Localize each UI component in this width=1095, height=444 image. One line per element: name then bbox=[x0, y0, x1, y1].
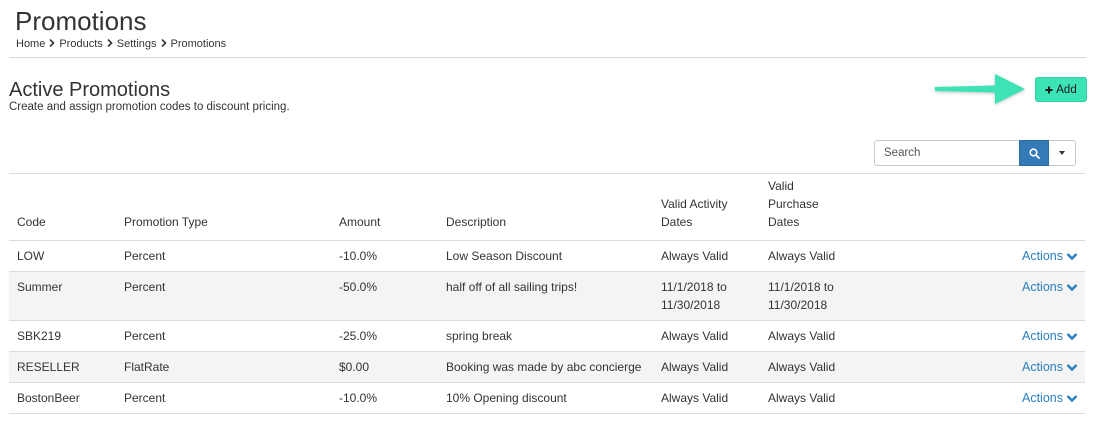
actions-label: Actions bbox=[1022, 280, 1063, 294]
breadcrumb-products[interactable]: Products bbox=[59, 38, 102, 50]
actions-dropdown[interactable]: Actions bbox=[1022, 358, 1078, 376]
cell-valid-purchase-dates: Always Valid bbox=[760, 351, 867, 383]
breadcrumb-home[interactable]: Home bbox=[16, 38, 45, 50]
actions-label: Actions bbox=[1022, 391, 1063, 405]
chevron-down-icon bbox=[1066, 394, 1078, 402]
cell-amount: $0.00 bbox=[331, 351, 438, 383]
cell-code: RESELLER bbox=[9, 351, 116, 383]
cell-valid-activity-dates: Always Valid bbox=[653, 320, 760, 352]
cell-valid-activity-dates-line: Always Valid bbox=[661, 391, 729, 405]
actions-label: Actions bbox=[1022, 249, 1063, 263]
table-row: RESELLER FlatRate $0.00 Booking was made by… bbox=[9, 351, 1085, 383]
caret-down-icon bbox=[1059, 151, 1065, 155]
actions-label: Actions bbox=[1022, 360, 1063, 374]
chevron-down-icon bbox=[1066, 363, 1078, 371]
cell-amount: -10.0% bbox=[331, 240, 438, 272]
cell-description: Booking was made by abc concierge bbox=[438, 351, 653, 383]
search-button[interactable] bbox=[1019, 140, 1049, 166]
cell-valid-purchase-dates: Always Valid bbox=[760, 320, 867, 352]
cell-code: LOW bbox=[9, 240, 116, 272]
table-header-row: Code Promotion Type Amount Description V… bbox=[9, 173, 1085, 241]
table-row: BostonBeer Percent -10.0% 10% Opening disco… bbox=[9, 382, 1085, 414]
cell-valid-activity-dates: Always Valid bbox=[653, 240, 760, 272]
breadcrumb-settings[interactable]: Settings bbox=[117, 38, 157, 50]
cell-valid-purchase-dates-line: Always Valid bbox=[768, 249, 836, 263]
cell-promotion-type: Percent bbox=[116, 271, 331, 321]
breadcrumb-promotions: Promotions bbox=[170, 38, 227, 50]
column-header-valid-activity-dates: Valid Activity Dates bbox=[661, 197, 728, 229]
arrow-right-icon bbox=[935, 74, 1025, 104]
table-row: LOW Percent -10.0% Low Season Discount Alway… bbox=[9, 240, 1085, 272]
search-group bbox=[874, 140, 1076, 166]
cell-valid-purchase-dates-line: 11/30/2018 bbox=[768, 298, 828, 312]
column-header-promotion-type: Promotion Type bbox=[124, 215, 208, 229]
cell-amount: -10.0% bbox=[331, 382, 438, 414]
actions-dropdown[interactable]: Actions bbox=[1022, 389, 1078, 407]
chevron-right-icon bbox=[160, 38, 167, 50]
column-header-code: Code bbox=[17, 215, 46, 229]
chevron-right-icon bbox=[49, 38, 55, 50]
plus-icon bbox=[1045, 83, 1053, 97]
promotions-table: Code Promotion Type Amount Description V… bbox=[9, 173, 1085, 414]
cell-code: BostonBeer bbox=[9, 382, 116, 414]
breadcrumb: Home Products Settings Promotions bbox=[16, 38, 226, 50]
add-button[interactable]: Add bbox=[1035, 77, 1087, 102]
cell-valid-activity-dates-line: 11/30/2018 bbox=[661, 298, 721, 312]
cell-description: 10% Opening discount bbox=[438, 382, 653, 414]
column-header-amount: Amount bbox=[339, 215, 381, 229]
cell-code: Summer bbox=[9, 271, 116, 321]
cell-valid-purchase-dates-line: Always Valid bbox=[768, 329, 836, 343]
cell-code: SBK219 bbox=[9, 320, 116, 352]
cell-valid-activity-dates-line: 11/1/2018 to bbox=[661, 280, 727, 294]
cell-valid-activity-dates: 11/1/2018 to 11/30/2018 bbox=[653, 271, 760, 321]
search-input[interactable] bbox=[874, 140, 1019, 166]
chevron-down-icon bbox=[1066, 332, 1078, 340]
header-divider bbox=[9, 57, 1086, 58]
cell-valid-purchase-dates-line: 11/1/2018 to bbox=[768, 280, 834, 294]
chevron-right-icon bbox=[107, 38, 113, 50]
cell-valid-purchase-dates: Always Valid bbox=[760, 382, 867, 414]
cell-promotion-type: Percent bbox=[116, 240, 331, 272]
cell-valid-activity-dates-line: Always Valid bbox=[661, 249, 729, 263]
cell-description: spring break bbox=[438, 320, 653, 352]
cell-promotion-type: Percent bbox=[116, 382, 331, 414]
add-button-label: Add bbox=[1056, 83, 1077, 96]
search-options-dropdown[interactable] bbox=[1049, 140, 1076, 166]
cell-valid-purchase-dates-line: Always Valid bbox=[768, 360, 836, 374]
column-header-description: Description bbox=[446, 215, 507, 229]
cell-description: Low Season Discount bbox=[438, 240, 653, 272]
cell-actions: Actions bbox=[867, 271, 1085, 321]
actions-dropdown[interactable]: Actions bbox=[1022, 327, 1078, 345]
cell-valid-activity-dates-line: Always Valid bbox=[661, 360, 729, 374]
chevron-down-icon bbox=[1066, 252, 1078, 260]
actions-dropdown[interactable]: Actions bbox=[1022, 278, 1078, 296]
cell-amount: -25.0% bbox=[331, 320, 438, 352]
search-icon bbox=[1028, 147, 1040, 159]
table-row: Summer Percent -50.0% half off of all saili… bbox=[9, 271, 1085, 321]
table-row: SBK219 Percent -25.0% spring break Always Va… bbox=[9, 320, 1085, 352]
cell-actions: Actions bbox=[867, 382, 1085, 414]
column-header-valid-purchase-dates: Valid Purchase Dates bbox=[768, 179, 819, 229]
section-subtitle: Create and assign promotion codes to dis… bbox=[9, 101, 290, 113]
cell-valid-purchase-dates: 11/1/2018 to 11/30/2018 bbox=[760, 271, 867, 321]
cell-promotion-type: Percent bbox=[116, 320, 331, 352]
cell-actions: Actions bbox=[867, 240, 1085, 272]
actions-dropdown[interactable]: Actions bbox=[1022, 247, 1078, 265]
cell-valid-activity-dates-line: Always Valid bbox=[661, 329, 729, 343]
cell-actions: Actions bbox=[867, 351, 1085, 383]
cell-description: half off of all sailing trips! bbox=[438, 271, 653, 321]
cell-amount: -50.0% bbox=[331, 271, 438, 321]
cell-valid-activity-dates: Always Valid bbox=[653, 351, 760, 383]
section-title: Active Promotions bbox=[9, 79, 171, 101]
chevron-down-icon bbox=[1066, 283, 1078, 291]
column-header-actions bbox=[867, 174, 1085, 241]
actions-label: Actions bbox=[1022, 329, 1063, 343]
cell-actions: Actions bbox=[867, 320, 1085, 352]
cell-valid-purchase-dates-line: Always Valid bbox=[768, 391, 836, 405]
cell-valid-activity-dates: Always Valid bbox=[653, 382, 760, 414]
cell-valid-purchase-dates: Always Valid bbox=[760, 240, 867, 272]
cell-promotion-type: FlatRate bbox=[116, 351, 331, 383]
page-title: Promotions bbox=[15, 6, 147, 36]
